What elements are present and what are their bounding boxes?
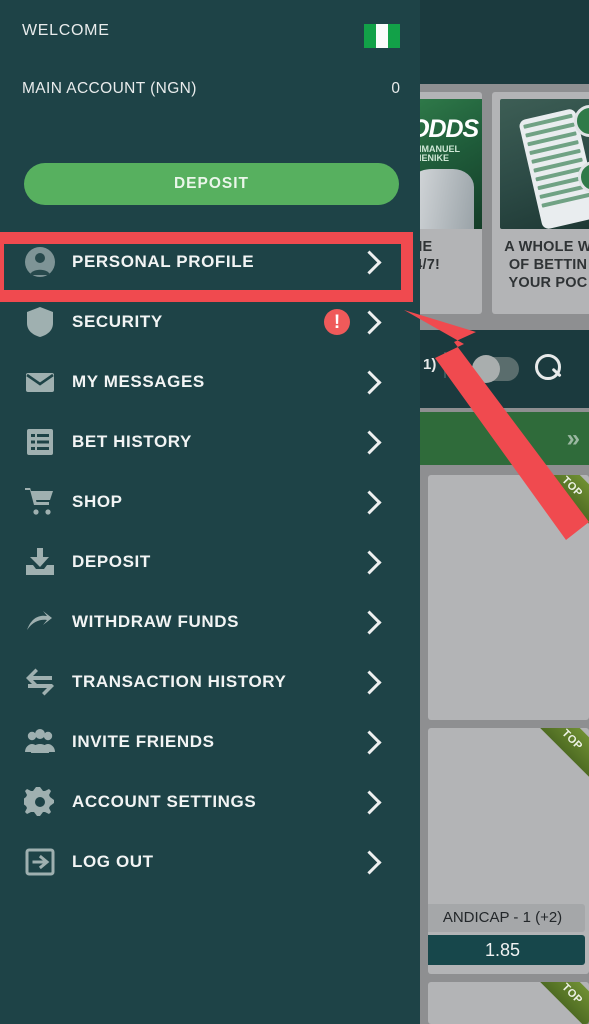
match-card[interactable]: TOP: [428, 475, 589, 720]
chevron-right-icon: [357, 489, 382, 515]
menu-item-bet-history[interactable]: BET HISTORY: [0, 412, 420, 472]
bet-odds[interactable]: 1.85: [428, 935, 585, 965]
chevron-right-icon: [357, 729, 382, 755]
mobile-app-screenshot: ODDS EMMANUEL EMENIKE IME 24/7!: [0, 0, 589, 1024]
menu-item-invite-friends[interactable]: INVITE FRIENDS: [0, 712, 420, 772]
download-tray-icon: [26, 548, 54, 575]
promo-subtext: EMMANUEL EMENIKE: [414, 144, 460, 163]
menu-item-label: BET HISTORY: [72, 432, 192, 451]
drawer-menu: PERSONAL PROFILE SECURITY ! MY MESSAGES …: [0, 232, 420, 892]
search-icon[interactable]: [535, 354, 563, 382]
envelope-icon: [26, 373, 54, 392]
chevron-right-icon: [357, 849, 382, 875]
top-ribbon: TOP: [531, 982, 589, 1024]
bet-label[interactable]: ANDICAP - 1 (+2): [428, 904, 585, 932]
toggle-switch[interactable]: [472, 355, 519, 383]
ribbon-label: TOP: [559, 728, 585, 753]
menu-item-label: TRANSACTION HISTORY: [72, 672, 287, 691]
arrow-out-icon: [27, 611, 52, 630]
promo-carousel: ODDS EMMANUEL EMENIKE IME 24/7!: [414, 92, 589, 318]
match-card[interactable]: TOP ANDICAP - 1 (+2) 1.85: [428, 728, 589, 974]
people-group-icon: [25, 729, 55, 753]
section-header-bar[interactable]: »: [420, 412, 589, 465]
menu-item-label: ACCOUNT SETTINGS: [72, 792, 257, 811]
top-ribbon: TOP: [531, 728, 589, 781]
promo-image: ODDS EMMANUEL EMENIKE: [414, 99, 482, 229]
account-balance: 0: [391, 80, 400, 97]
chevron-right-icon: [357, 549, 382, 575]
logout-icon: [25, 848, 55, 876]
menu-item-label: PERSONAL PROFILE: [72, 252, 255, 271]
promo-caption-line: YOUR POC: [508, 275, 588, 291]
shield-icon: [27, 307, 53, 337]
match-card[interactable]: TOP: [428, 982, 589, 1024]
double-chevron-right-icon[interactable]: »: [567, 425, 580, 453]
promo-caption: A WHOLE W OF BETTIN YOUR POC: [492, 238, 589, 292]
menu-item-label: LOG OUT: [72, 852, 154, 871]
list-icon: [27, 429, 53, 455]
promo-athlete-graphic: [414, 169, 474, 229]
menu-item-withdraw-funds[interactable]: WITHDRAW FUNDS: [0, 592, 420, 652]
promo-headline: ODDS: [414, 115, 479, 143]
menu-item-security[interactable]: SECURITY !: [0, 292, 420, 352]
bet-option[interactable]: ANDICAP - 1 (+2) 1.85: [428, 904, 585, 965]
promo-caption-line: 24/7!: [414, 257, 441, 273]
app-sub-bar: 1): [420, 330, 589, 408]
chevron-right-icon: [357, 309, 382, 335]
chevron-right-icon: [357, 669, 382, 695]
menu-item-shop[interactable]: SHOP: [0, 472, 420, 532]
menu-item-label: DEPOSIT: [72, 552, 151, 571]
drawer-header: WELCOME: [22, 22, 400, 48]
shopping-cart-icon: [25, 488, 53, 515]
menu-item-personal-profile[interactable]: PERSONAL PROFILE: [0, 232, 420, 292]
app-top-bar: [420, 0, 589, 84]
divider: [444, 352, 446, 378]
ribbon-label: TOP: [559, 475, 585, 500]
gear-icon: [24, 787, 54, 816]
menu-item-label: SECURITY: [72, 312, 163, 331]
nigeria-flag-icon[interactable]: [364, 24, 400, 48]
promo-caption: IME 24/7!: [414, 238, 482, 274]
status-badge: !: [324, 309, 350, 335]
menu-item-deposit[interactable]: DEPOSIT: [0, 532, 420, 592]
ribbon-label: TOP: [559, 982, 585, 1007]
promo-caption-line: IME: [414, 239, 433, 255]
promo-caption-line: OF BETTIN: [508, 257, 588, 273]
subbar-label: 1): [423, 356, 437, 373]
account-drawer: WELCOME MAIN ACCOUNT (NGN) 0 DEPOSIT PER…: [0, 0, 420, 1024]
promo-card[interactable]: A WHOLE W OF BETTIN YOUR POC: [492, 92, 589, 314]
menu-item-transaction-history[interactable]: TRANSACTION HISTORY: [0, 652, 420, 712]
welcome-label: WELCOME: [22, 22, 110, 39]
chevron-right-icon: [357, 249, 382, 275]
promo-image: [500, 99, 589, 231]
chevron-right-icon: [357, 609, 382, 635]
menu-item-label: SHOP: [72, 492, 123, 511]
menu-item-label: MY MESSAGES: [72, 372, 205, 391]
user-avatar-icon: [25, 247, 55, 277]
chevron-right-icon: [357, 789, 382, 815]
menu-item-my-messages[interactable]: MY MESSAGES: [0, 352, 420, 412]
account-label: MAIN ACCOUNT (NGN): [22, 80, 197, 97]
chevron-right-icon: [357, 429, 382, 455]
transfer-arrows-icon: [26, 668, 54, 696]
promo-caption-line: A WHOLE W: [504, 239, 589, 255]
top-ribbon: TOP: [531, 475, 589, 528]
menu-item-label: WITHDRAW FUNDS: [72, 612, 240, 631]
menu-item-log-out[interactable]: LOG OUT: [0, 832, 420, 892]
chevron-right-icon: [357, 369, 382, 395]
promo-card[interactable]: ODDS EMMANUEL EMENIKE IME 24/7!: [414, 92, 482, 314]
deposit-button[interactable]: DEPOSIT: [24, 163, 399, 205]
menu-item-account-settings[interactable]: ACCOUNT SETTINGS: [0, 772, 420, 832]
menu-item-label: INVITE FRIENDS: [72, 732, 215, 751]
